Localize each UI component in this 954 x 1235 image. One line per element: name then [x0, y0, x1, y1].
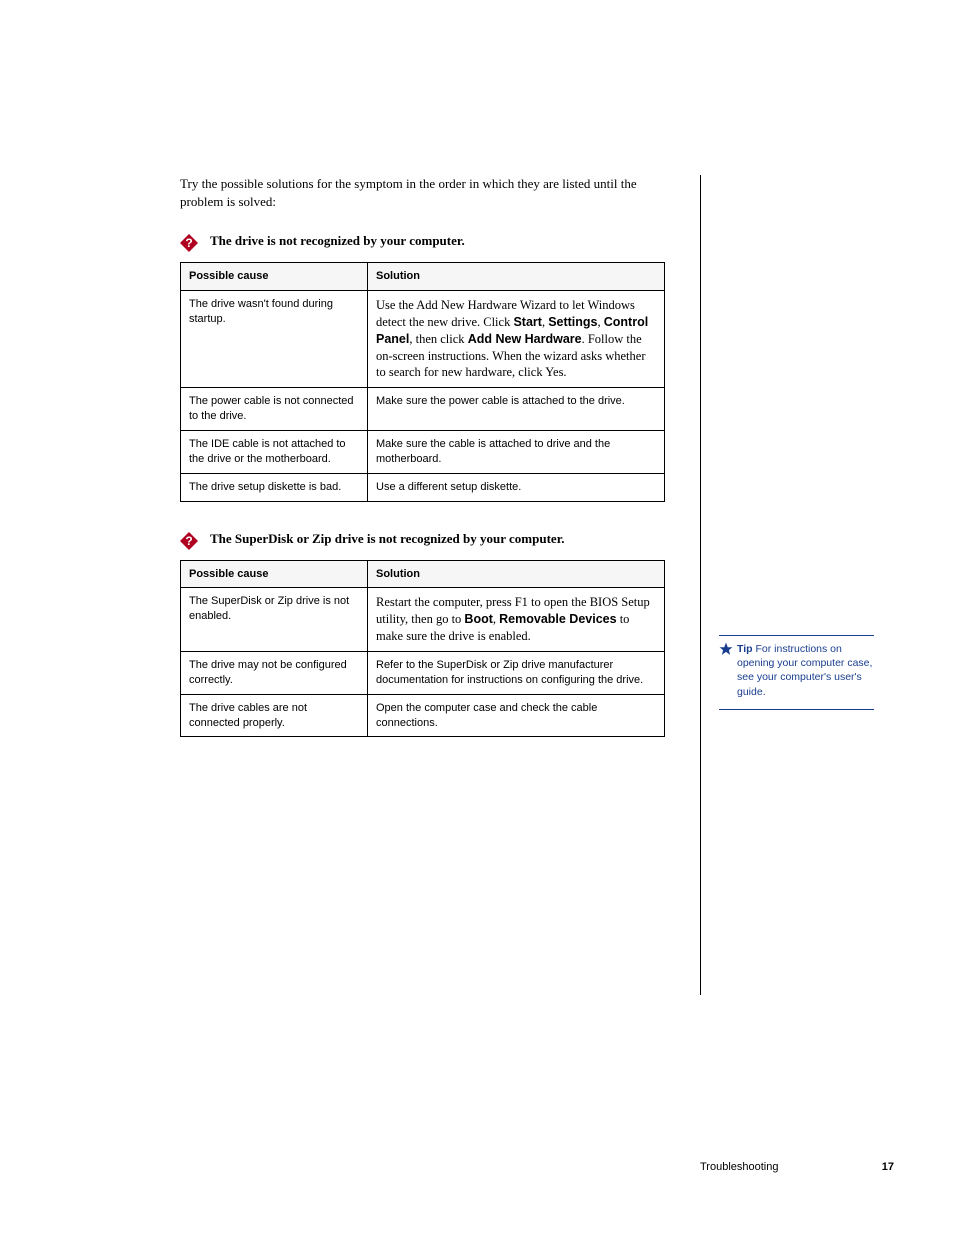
col-header-solution: Solution [368, 560, 665, 588]
cell-cause: The drive cables are not connected prope… [181, 694, 368, 737]
cell-cause: The power cable is not connected to the … [181, 388, 368, 431]
table-row: Possible cause Solution [181, 560, 665, 588]
question-2: ? The SuperDisk or Zip drive is not reco… [180, 530, 665, 550]
table-2: Possible cause Solution The SuperDisk or… [180, 560, 665, 738]
question-2-text: The SuperDisk or Zip drive is not recogn… [210, 530, 665, 548]
svg-text:?: ? [185, 534, 192, 548]
tip-text: Tip For instructions on opening your com… [737, 642, 874, 699]
cell-cause: The IDE cable is not attached to the dri… [181, 431, 368, 474]
col-header-cause: Possible cause [181, 560, 368, 588]
table-row: The SuperDisk or Zip drive is not enable… [181, 588, 665, 652]
table-row: The drive wasn't found during startup. U… [181, 290, 665, 387]
footer-page-number: 17 [882, 1160, 894, 1175]
question-1-text: The drive is not recognized by your comp… [210, 232, 665, 250]
table-row: The IDE cable is not attached to the dri… [181, 431, 665, 474]
cell-cause: The SuperDisk or Zip drive is not enable… [181, 588, 368, 652]
page: Try the possible solutions for the sympt… [0, 0, 954, 1235]
svg-text:?: ? [185, 236, 192, 250]
cell-solution: Use the Add New Hardware Wizard to let W… [368, 290, 665, 387]
question-icon: ? [180, 532, 202, 550]
question-icon: ? [180, 234, 202, 252]
table-row: The drive cables are not connected prope… [181, 694, 665, 737]
cell-solution: Restart the computer, press F1 to open t… [368, 588, 665, 652]
cell-cause: The drive wasn't found during startup. [181, 290, 368, 387]
intro-paragraph: Try the possible solutions for the sympt… [180, 175, 665, 210]
cell-solution: Use a different setup diskette. [368, 473, 665, 501]
star-icon [719, 642, 737, 656]
question-1: ? The drive is not recognized by your co… [180, 232, 665, 252]
cell-solution: Make sure the power cable is attached to… [368, 388, 665, 431]
col-header-cause: Possible cause [181, 263, 368, 291]
table-row: Possible cause Solution [181, 263, 665, 291]
table-1: Possible cause Solution The drive wasn't… [180, 262, 665, 501]
table-row: The power cable is not connected to the … [181, 388, 665, 431]
cell-cause: The drive setup diskette is bad. [181, 473, 368, 501]
cell-cause: The drive may not be configured correctl… [181, 652, 368, 695]
col-header-solution: Solution [368, 263, 665, 291]
cell-solution: Open the computer case and check the cab… [368, 694, 665, 737]
cell-solution: Make sure the cable is attached to drive… [368, 431, 665, 474]
side-column: Tip For instructions on opening your com… [700, 175, 876, 995]
cell-solution: Refer to the SuperDisk or Zip drive manu… [368, 652, 665, 695]
footer-title: Troubleshooting [700, 1160, 778, 1175]
page-footer: Troubleshooting 17 [700, 1160, 894, 1175]
table-row: The drive setup diskette is bad. Use a d… [181, 473, 665, 501]
table-row: The drive may not be configured correctl… [181, 652, 665, 695]
main-column: Try the possible solutions for the sympt… [180, 175, 665, 765]
tip-box: Tip For instructions on opening your com… [719, 635, 874, 710]
